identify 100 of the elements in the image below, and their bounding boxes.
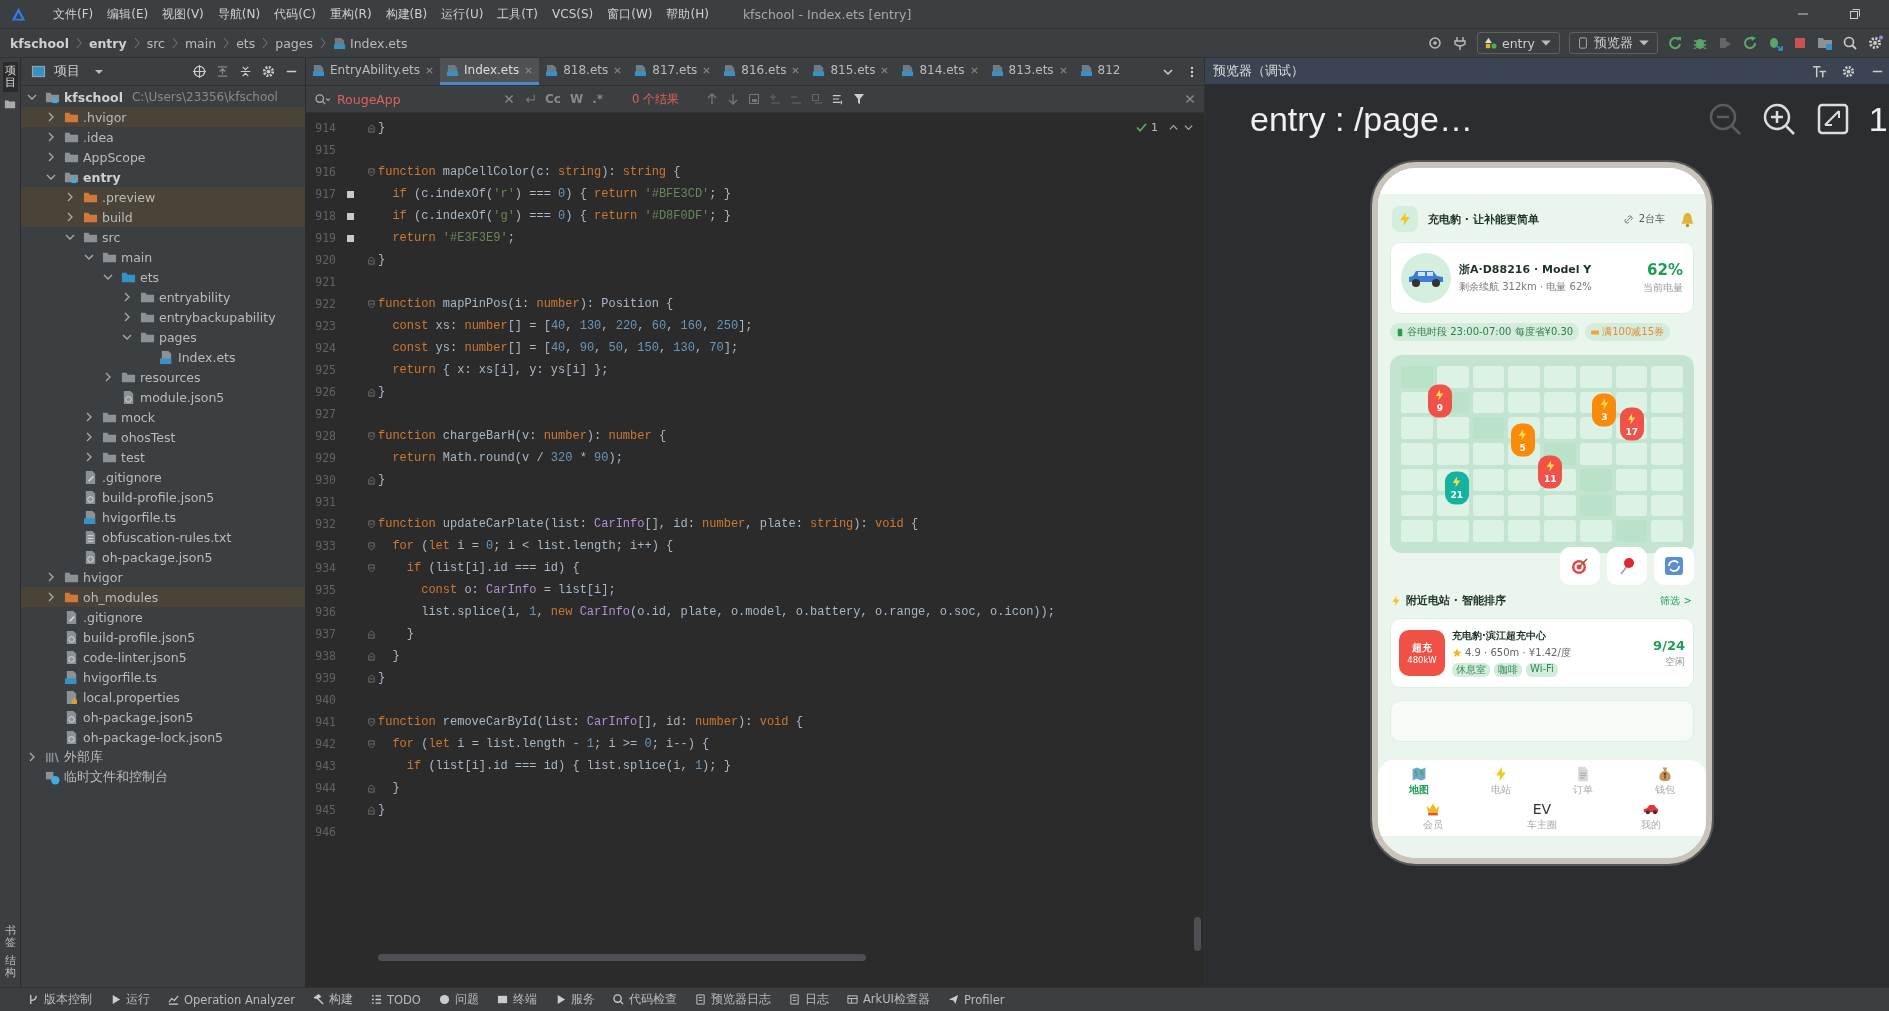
tree-item[interactable]: main [21,247,305,267]
fold-icon[interactable] [366,629,376,639]
breadcrumb-item[interactable]: Index.ets [349,35,408,51]
chevron-icon[interactable] [46,572,56,582]
tree-item[interactable]: src [21,227,305,247]
tree-item[interactable]: mock [21,407,305,427]
restore-icon[interactable] [1849,8,1861,20]
tree-item[interactable]: oh-package-lock.json5 [21,727,305,747]
search-field[interactable]: RougeApp [314,88,494,110]
chevron-icon[interactable] [65,212,75,222]
search-icon[interactable] [1842,35,1858,51]
editor-tab[interactable]: 815.ets [806,58,896,85]
close-icon[interactable] [503,93,515,105]
tree-item[interactable]: build-profile.json5 [21,627,305,647]
tool-window-button[interactable]: Operation Analyzer [168,992,295,1007]
tree-item[interactable]: obfuscation-rules.txt [21,527,305,547]
tree-item[interactable]: module.json5 [21,387,305,407]
module-dropdown[interactable]: entry [1476,32,1560,54]
chevron-icon[interactable] [27,92,37,102]
tree-item[interactable]: oh-package.json5 [21,547,305,567]
editor-tab[interactable]: 814.ets [895,58,985,85]
target-icon[interactable] [1426,35,1443,51]
chevron-icon[interactable] [84,452,94,462]
editor-tab[interactable]: 816.ets [717,58,807,85]
bell-icon[interactable] [1679,210,1696,228]
menu-item[interactable]: 视图(V) [156,5,210,23]
rerun-icon[interactable] [1667,35,1683,51]
tool-window-button[interactable]: 版本控制 [28,992,92,1007]
tree-item[interactable]: pages [21,327,305,347]
fold-icon[interactable] [366,519,376,529]
chevron-up-icon[interactable] [1168,122,1179,133]
tree-item[interactable]: build [21,207,305,227]
search-option-toggle[interactable]: W [569,92,584,106]
tree-item[interactable]: hvigor [21,567,305,587]
menu-item[interactable]: 导航(N) [211,5,267,23]
breadcrumb-item[interactable]: src [146,35,165,51]
menu-item[interactable]: 构建(B) [379,5,434,23]
car-count[interactable]: 2台车 [1638,212,1665,226]
tree-item[interactable]: .preview [21,187,305,207]
tree-item[interactable]: code-linter.json5 [21,647,305,667]
tree-item[interactable]: resources [21,367,305,387]
station-map[interactable]: 9 3 17 5 11 21 [1390,355,1694,553]
menu-item[interactable]: 重构(R) [323,5,378,23]
target-button[interactable] [1560,547,1600,585]
close-icon[interactable] [702,65,712,75]
tool-window-button[interactable]: TODO [370,992,421,1007]
chevron-icon[interactable] [46,132,56,142]
menu-item[interactable]: 工具(T) [491,5,545,23]
menu-item[interactable]: 帮助(H) [660,5,715,23]
fold-icon[interactable] [366,167,376,177]
fold-icon[interactable] [366,717,376,727]
tree-item[interactable]: .gitignore [21,607,305,627]
tool-tab[interactable]: 书签 [4,924,16,949]
tool-window-button[interactable]: 问题 [438,992,479,1007]
settings-icon[interactable] [1867,35,1883,51]
filter-lines-icon[interactable] [832,93,844,105]
menu-item[interactable]: 代码(C) [268,5,322,23]
station-pin[interactable]: 9 [1427,384,1452,418]
tool-window-button[interactable]: Profiler [948,992,1005,1007]
refresh-icon[interactable] [1742,35,1758,51]
chevron-icon[interactable] [122,312,132,322]
chevron-icon[interactable] [84,432,94,442]
chevron-down-icon[interactable] [1183,122,1194,133]
expand-all-icon[interactable] [215,64,230,79]
close-icon[interactable] [1058,65,1068,75]
tree-item[interactable]: hvigorfile.ts [21,507,305,527]
tree-item[interactable]: ets [21,267,305,287]
filter-link[interactable]: 筛选 > [1660,593,1692,608]
editor-tab[interactable]: 812 [1073,58,1127,85]
close-icon[interactable] [791,65,801,75]
tree-item[interactable]: AppScope [21,147,305,167]
link-icon[interactable] [1623,214,1633,224]
chevron-icon[interactable] [27,752,37,762]
tree-item[interactable]: 临时文件和控制台 [21,767,305,787]
tool-window-button[interactable]: 日志 [788,992,829,1007]
chevron-icon[interactable] [103,272,113,282]
menu-item[interactable]: 窗口(W) [601,5,659,23]
tool-tab[interactable]: 结构 [4,954,16,979]
device-dropdown[interactable]: 预览器 [1569,32,1658,54]
zoom-ratio[interactable]: 1: [1868,99,1889,139]
arrow-up-icon[interactable] [706,93,718,105]
refresh-button[interactable] [1654,547,1694,585]
tree-item[interactable]: .idea [21,127,305,147]
tree-item[interactable]: .gitignore [21,467,305,487]
tree-item[interactable]: hvigorfile.ts [21,667,305,687]
chevron-icon[interactable] [46,592,56,602]
tree-item[interactable]: .hvigor [21,107,305,127]
tool-window-button[interactable]: ArkUI检查器 [846,992,930,1007]
vehicle-card[interactable]: 浙A·D88216 · Model Y 剩余续航 312km · 电量 62% 62% 当前电量 [1390,242,1694,314]
chevron-icon[interactable] [84,252,94,262]
close-icon[interactable] [425,65,434,75]
select-all-icon[interactable] [748,93,760,105]
tool-window-button[interactable]: 终端 [496,992,537,1007]
tree-item[interactable]: kfschool C:\Users\23356\kfschool [21,87,305,107]
station-card[interactable]: 超充 480kW 充电豹·滨江超充中心 4.9 · 650m · ¥1.42/度 休息室 咖啡 Wi-Fi 9/24 空闲 [1390,618,1694,688]
search-option-toggle[interactable]: .* [592,92,603,106]
editor-tab[interactable]: EntryAbility.ets [306,58,440,85]
chevron-icon[interactable] [46,152,56,162]
menu-item[interactable]: VCS(S) [546,7,600,21]
fold-icon[interactable] [366,299,376,309]
